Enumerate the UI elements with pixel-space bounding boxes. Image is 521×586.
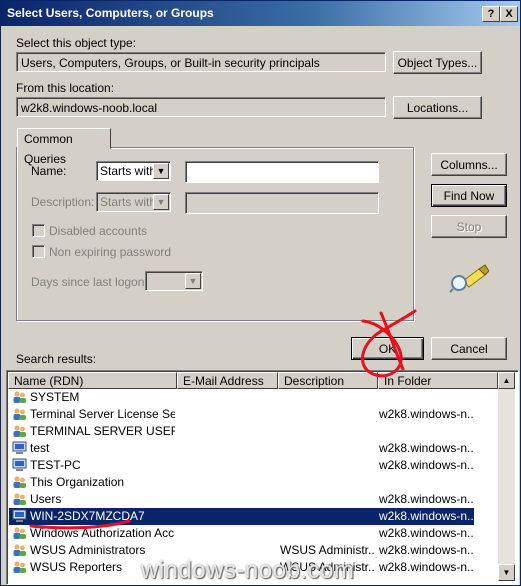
- window-title: Select Users, Computers, or Groups: [7, 6, 214, 20]
- table-row-selected[interactable]: WIN-2SDX7MZCDA7 w2k8.windows-n...: [9, 508, 474, 525]
- non-expiring-password-label: Non expiring password: [49, 245, 172, 259]
- name-label: Name:: [31, 164, 67, 178]
- column-header-description[interactable]: Description: [278, 372, 378, 389]
- table-row[interactable]: Windows Authorization Acc... w2k8.window…: [9, 525, 474, 542]
- row-folder: w2k8.windows-n...: [379, 407, 474, 421]
- scroll-down-button[interactable]: ▼: [498, 564, 515, 581]
- computer-icon: [12, 458, 27, 471]
- name-mode-select[interactable]: Starts with ▼: [96, 161, 171, 181]
- title-bar[interactable]: Select Users, Computers, or Groups ? X: [1, 1, 520, 26]
- table-row[interactable]: SYSTEM: [9, 389, 474, 406]
- table-row[interactable]: TEST-PC w2k8.windows-n...: [9, 457, 474, 474]
- scroll-up-button[interactable]: ▲: [498, 372, 515, 389]
- description-input[interactable]: [185, 192, 379, 214]
- non-expiring-password-checkbox[interactable]: [32, 245, 45, 258]
- column-header-name[interactable]: Name (RDN): [8, 372, 177, 389]
- row-folder: w2k8.windows-n...: [379, 509, 474, 523]
- days-since-logon-label: Days since last logon:: [31, 275, 148, 289]
- description-mode-select[interactable]: Starts with ▼: [96, 192, 171, 212]
- row-folder: w2k8.windows-n...: [379, 441, 474, 455]
- object-types-button[interactable]: Object Types...: [393, 51, 482, 74]
- vertical-scrollbar[interactable]: ▲ ▼: [498, 372, 515, 581]
- computer-icon: [12, 441, 27, 454]
- table-row[interactable]: This Organization: [9, 474, 474, 491]
- row-name: TEST-PC: [30, 458, 81, 472]
- select-users-dialog: Select Users, Computers, or Groups ? X S…: [0, 0, 521, 586]
- row-name: Windows Authorization Acc...: [30, 526, 175, 540]
- row-folder: w2k8.windows-n...: [379, 543, 474, 557]
- search-results-list[interactable]: Name (RDN) E-Mail Address Description In…: [6, 370, 519, 585]
- description-label: Description:: [31, 195, 95, 209]
- users-icon: [13, 527, 26, 539]
- chevron-down-icon: ▼: [153, 163, 169, 179]
- close-button[interactable]: X: [500, 6, 518, 22]
- cancel-button[interactable]: Cancel: [431, 337, 507, 360]
- users-icon: [13, 408, 26, 420]
- object-type-label: Select this object type:: [16, 36, 137, 50]
- row-name: WIN-2SDX7MZCDA7: [30, 509, 145, 523]
- users-icon: [13, 391, 26, 403]
- users-icon: [13, 544, 26, 556]
- ok-button[interactable]: OK: [351, 337, 424, 360]
- location-field: w2k8.windows-noob.local: [16, 97, 386, 117]
- table-row[interactable]: test w2k8.windows-n...: [9, 440, 474, 457]
- locations-button[interactable]: Locations...: [393, 96, 482, 119]
- columns-button[interactable]: Columns...: [431, 153, 507, 176]
- search-results-label: Search results:: [16, 352, 97, 366]
- location-label: From this location:: [16, 81, 115, 95]
- column-header-email[interactable]: E-Mail Address: [177, 372, 278, 389]
- table-row[interactable]: Terminal Server License Ser... w2k8.wind…: [9, 406, 474, 423]
- find-now-button[interactable]: Find Now: [431, 184, 507, 207]
- help-button[interactable]: ?: [482, 6, 500, 22]
- row-name: SYSTEM: [30, 390, 80, 404]
- search-flashlight-icon: [449, 264, 489, 293]
- row-name: test: [30, 441, 50, 455]
- row-folder: w2k8.windows-n...: [379, 526, 474, 540]
- table-row[interactable]: TERMINAL SERVER USER: [9, 423, 474, 440]
- users-icon: [13, 425, 26, 437]
- disabled-accounts-checkbox[interactable]: [32, 224, 45, 237]
- chevron-down-icon: ▼: [153, 194, 169, 210]
- tab-common-queries[interactable]: Common Queries: [17, 128, 111, 166]
- users-icon: [13, 561, 26, 573]
- name-mode-value: Starts with: [100, 164, 157, 178]
- object-type-field: Users, Computers, Groups, or Built-in se…: [16, 52, 386, 72]
- row-folder: w2k8.windows-n...: [379, 458, 474, 472]
- description-mode-value: Starts with: [100, 195, 157, 209]
- chevron-down-icon: ▼: [185, 273, 201, 289]
- row-name: Terminal Server License Ser...: [30, 407, 175, 421]
- column-header-folder[interactable]: In Folder: [378, 372, 498, 389]
- name-input[interactable]: [185, 161, 379, 183]
- disabled-accounts-label: Disabled accounts: [49, 224, 148, 238]
- row-folder: w2k8.windows-n...: [379, 492, 474, 506]
- row-folder: w2k8.windows-n...: [379, 560, 474, 574]
- users-icon: [13, 476, 26, 488]
- days-since-logon-select[interactable]: ▼: [145, 271, 203, 291]
- row-name: TERMINAL SERVER USER: [30, 424, 175, 438]
- users-icon: [13, 493, 26, 505]
- stop-button[interactable]: Stop: [431, 215, 507, 238]
- computer-icon: [12, 509, 27, 522]
- row-name: This Organization: [30, 475, 125, 489]
- row-name: Users: [30, 492, 62, 506]
- table-row[interactable]: Users w2k8.windows-n...: [9, 491, 474, 508]
- watermark: windows-noob.com: [141, 557, 355, 584]
